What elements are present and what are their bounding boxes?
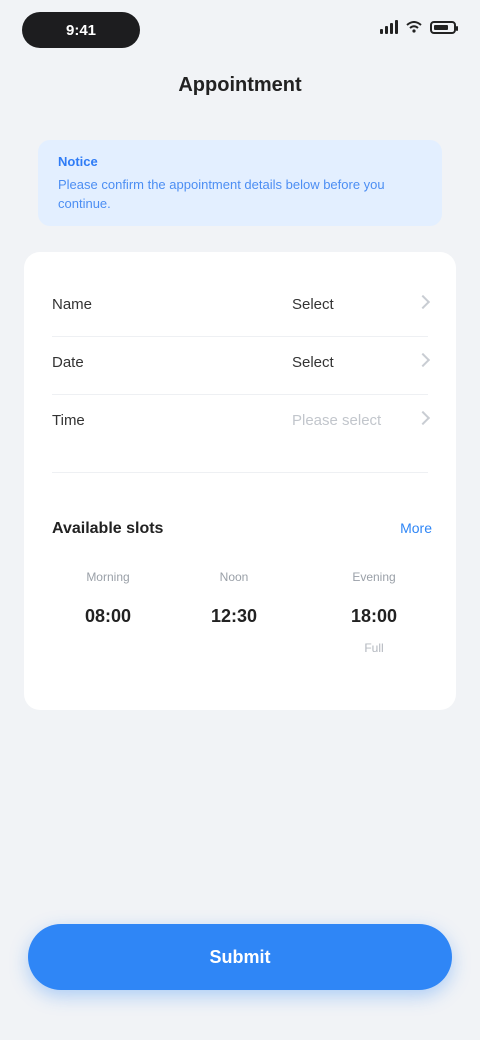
chevron-right-icon bbox=[415, 294, 431, 310]
form-card: Name Select Date Select Time Please sele… bbox=[24, 252, 456, 710]
divider bbox=[52, 472, 428, 473]
notice-banner: Notice Please confirm the appointment de… bbox=[38, 140, 442, 226]
notice-text: Please confirm the appointment details b… bbox=[58, 177, 385, 211]
notice-title: Notice bbox=[58, 154, 98, 169]
form-row-label: Time bbox=[52, 411, 85, 429]
divider bbox=[52, 336, 428, 337]
battery-icon bbox=[430, 20, 458, 34]
slot-stat[interactable]: Evening 18:00 Full bbox=[314, 570, 434, 655]
status-icons bbox=[380, 20, 458, 34]
slot-stat[interactable]: Noon 12:30 bbox=[174, 570, 294, 641]
slot-value: 18:00 bbox=[350, 606, 398, 626]
form-row-value: Please select bbox=[292, 411, 382, 429]
slot-value: 08:00 bbox=[84, 606, 132, 626]
signal-icon bbox=[380, 20, 398, 34]
form-row-label: Date bbox=[52, 353, 84, 371]
form-row-value: Select bbox=[292, 353, 334, 371]
slot-stat[interactable]: Morning 08:00 bbox=[48, 570, 168, 641]
slot-label: Evening bbox=[352, 570, 396, 584]
form-row-name[interactable]: Name Select bbox=[52, 284, 431, 324]
form-row-date[interactable]: Date Select bbox=[52, 342, 431, 382]
slot-label: Noon bbox=[219, 570, 249, 584]
form-row-label: Name bbox=[52, 295, 93, 313]
navigation-bar: Appointment bbox=[0, 60, 480, 112]
chevron-right-icon bbox=[415, 352, 431, 368]
divider bbox=[52, 394, 428, 395]
chevron-right-icon bbox=[415, 410, 431, 426]
slot-value: 12:30 bbox=[210, 606, 258, 626]
wifi-icon bbox=[406, 21, 422, 33]
page-title: Appointment bbox=[178, 74, 302, 96]
status-bar: 9:41 bbox=[0, 0, 480, 60]
form-row-value: Select bbox=[292, 295, 334, 313]
status-time: 9:41 bbox=[22, 12, 140, 48]
more-link[interactable]: More bbox=[400, 520, 432, 536]
section-title: Available slots bbox=[52, 520, 164, 537]
slot-sub: Full bbox=[364, 641, 384, 655]
form-row-time[interactable]: Time Please select bbox=[52, 400, 431, 440]
submit-button[interactable]: Submit bbox=[28, 924, 452, 990]
slot-label: Morning bbox=[86, 570, 130, 584]
